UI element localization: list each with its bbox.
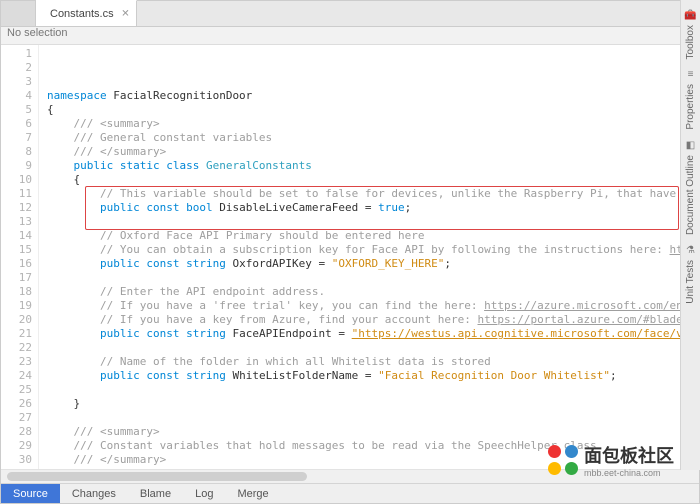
line-number: 9 [1, 159, 32, 173]
line-number: 22 [1, 341, 32, 355]
rail-label: Properties [685, 84, 696, 130]
line-number: 16 [1, 257, 32, 271]
tool-rail: 🧰 Toolbox ≡ Properties ◧ Document Outline ⚗ Uni… [680, 0, 700, 470]
code-line: // If you have a key from Azure, find yo… [47, 313, 699, 327]
code-line: public static class GeneralConstants [47, 159, 699, 173]
tab-bar: Constants.cs ✕ [1, 1, 699, 27]
code-line: // This variable should be set to false … [47, 187, 699, 201]
line-number: 1 [1, 47, 32, 61]
code-line: /// </summary> [47, 453, 699, 467]
line-number: 3 [1, 75, 32, 89]
line-number: 21 [1, 327, 32, 341]
line-number: 18 [1, 285, 32, 299]
line-number: 5 [1, 103, 32, 117]
close-icon[interactable]: ✕ [121, 8, 129, 19]
code-line [47, 341, 699, 355]
line-number: 13 [1, 215, 32, 229]
unit-tests-icon: ⚗ [684, 243, 698, 257]
editor: 1234567891011121314151617181920212223242… [1, 45, 699, 469]
scrollbar-thumb[interactable] [7, 472, 307, 481]
code-line: { [47, 103, 699, 117]
line-number: 7 [1, 131, 32, 145]
line-number: 4 [1, 89, 32, 103]
code-line: { [47, 173, 699, 187]
bottom-tab-log[interactable]: Log [183, 484, 225, 503]
rail-item-document-outline[interactable]: ◧ Document Outline [684, 138, 698, 235]
code-line: /// General constant variables [47, 131, 699, 145]
code-line: public const string WhiteListFolderName … [47, 369, 699, 383]
line-number: 6 [1, 117, 32, 131]
code-line: /// Constant variables that hold message… [47, 439, 699, 453]
code-line: // Oxford Face API Primary should be ent… [47, 229, 699, 243]
code-line: /// </summary> [47, 145, 699, 159]
bottom-tab-source[interactable]: Source [1, 484, 60, 503]
code-line: public const bool DisableLiveCameraFeed … [47, 201, 699, 215]
file-tab[interactable]: Constants.cs ✕ [36, 0, 137, 26]
line-number: 20 [1, 313, 32, 327]
code-line: // You can obtain a subscription key for… [47, 243, 699, 257]
rail-label: Document Outline [685, 155, 696, 235]
line-number: 17 [1, 271, 32, 285]
line-number: 10 [1, 173, 32, 187]
bottom-tab-merge[interactable]: Merge [225, 484, 280, 503]
line-number: 27 [1, 411, 32, 425]
line-number: 23 [1, 355, 32, 369]
line-number: 30 [1, 453, 32, 467]
code-line: // Enter the API endpoint address. [47, 285, 699, 299]
bottom-tab-changes[interactable]: Changes [60, 484, 128, 503]
code-line: /// <summary> [47, 425, 699, 439]
rail-label: Toolbox [685, 25, 696, 59]
toolbox-icon: 🧰 [684, 8, 698, 22]
line-number: 8 [1, 145, 32, 159]
code-line [47, 411, 699, 425]
code-line: } [47, 397, 699, 411]
rail-item-unit-tests[interactable]: ⚗ Unit Tests [684, 243, 698, 304]
line-number: 26 [1, 397, 32, 411]
tab-bar-leading [1, 1, 36, 26]
properties-icon: ≡ [684, 67, 698, 81]
line-number-gutter: 1234567891011121314151617181920212223242… [1, 45, 39, 469]
bottom-tab-blame[interactable]: Blame [128, 484, 183, 503]
rail-item-properties[interactable]: ≡ Properties [684, 67, 698, 130]
line-number: 29 [1, 439, 32, 453]
code-line: /// <summary> [47, 117, 699, 131]
code-line: public const string FaceAPIEndpoint = "h… [47, 327, 699, 341]
line-number: 11 [1, 187, 32, 201]
rail-label: Unit Tests [685, 260, 696, 304]
file-tab-title: Constants.cs [50, 8, 114, 20]
document-outline-icon: ◧ [684, 138, 698, 152]
code-line: // If you have a 'free trial' key, you c… [47, 299, 699, 313]
ide-window: Constants.cs ✕ No selection 123456789101… [0, 0, 700, 504]
line-number: 25 [1, 383, 32, 397]
code-line [47, 271, 699, 285]
code-line: public const string OxfordAPIKey = "OXFO… [47, 257, 699, 271]
code-line: namespace FacialRecognitionDoor [47, 89, 699, 103]
line-number: 24 [1, 369, 32, 383]
line-number: 15 [1, 243, 32, 257]
code-line [47, 215, 699, 229]
line-number: 2 [1, 61, 32, 75]
line-number: 19 [1, 299, 32, 313]
line-number: 14 [1, 229, 32, 243]
rail-item-toolbox[interactable]: 🧰 Toolbox [684, 8, 698, 59]
line-number: 12 [1, 201, 32, 215]
bottom-tabs: SourceChangesBlameLogMerge [1, 483, 699, 503]
breadcrumb[interactable]: No selection [1, 27, 699, 45]
scrollbar-horizontal[interactable] [1, 469, 699, 483]
code-line: // Name of the folder in which all White… [47, 355, 699, 369]
code-area[interactable]: namespace FacialRecognitionDoor{ /// <su… [39, 45, 699, 469]
code-line [47, 383, 699, 397]
line-number: 28 [1, 425, 32, 439]
